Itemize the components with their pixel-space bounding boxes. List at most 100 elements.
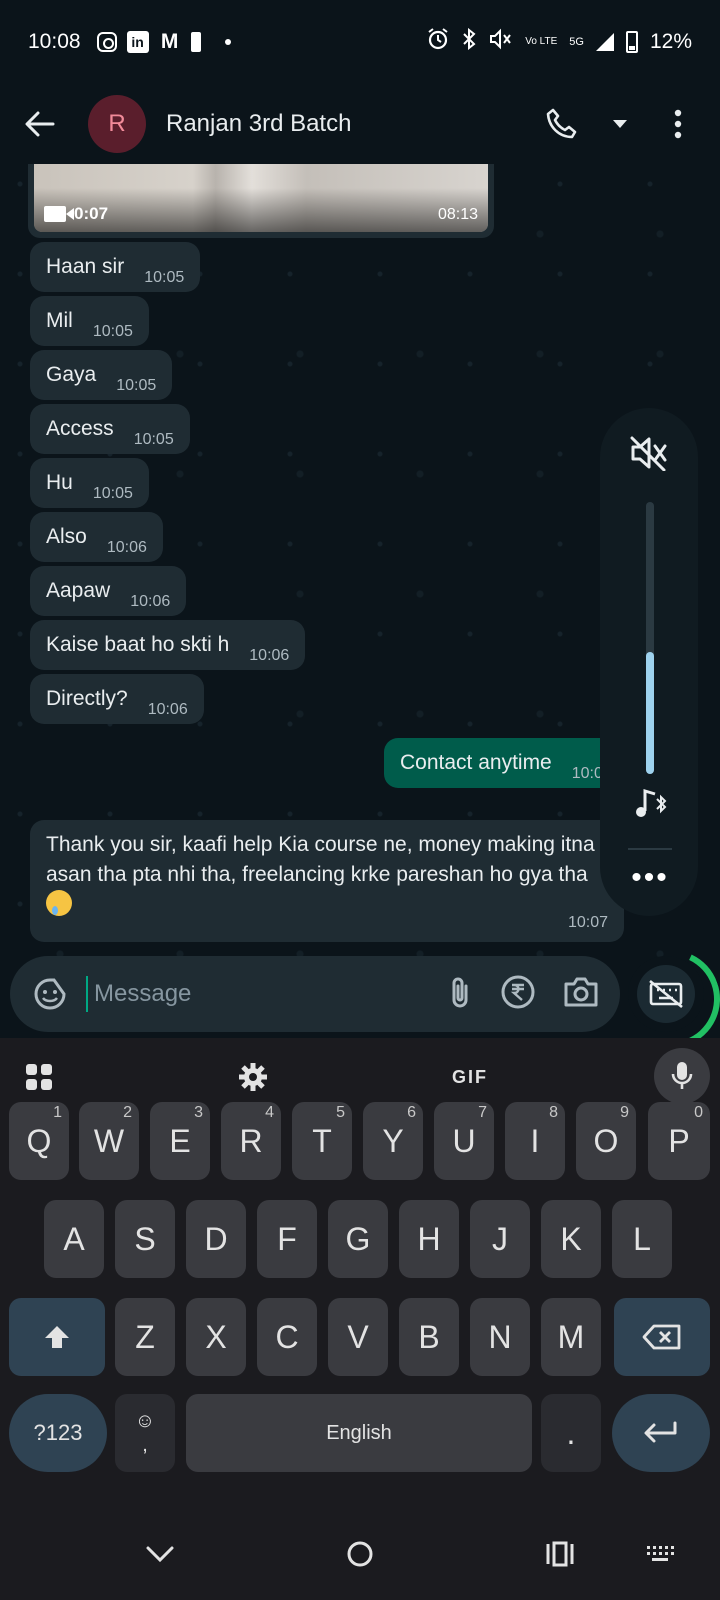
app-bar-actions <box>540 102 700 146</box>
video-thumbnail[interactable]: 0:07 08:13 <box>34 164 488 232</box>
signal-5g-icon <box>595 33 614 51</box>
rupee-payment-icon[interactable] <box>500 974 536 1015</box>
message-input[interactable] <box>86 976 446 1012</box>
key-r[interactable]: R4 <box>221 1102 281 1180</box>
key-e[interactable]: E3 <box>150 1102 210 1180</box>
shift-icon <box>45 1326 69 1348</box>
more-horizontal-icon[interactable]: ••• <box>622 858 678 898</box>
message-bubble[interactable]: Mil 10:05 <box>30 296 149 346</box>
key-k[interactable]: K <box>541 1200 601 1278</box>
symbols-key[interactable]: ?123 <box>9 1394 107 1472</box>
hide-keyboard-chevron-icon[interactable] <box>134 1528 186 1580</box>
emoji-key[interactable]: ☺ , <box>115 1394 175 1472</box>
apps-grid-icon[interactable] <box>14 1052 64 1102</box>
status-bar: 10:08 in M Vo LTE 5G 12% <box>0 0 720 84</box>
space-key[interactable]: English <box>186 1394 532 1472</box>
key-y[interactable]: Y6 <box>363 1102 423 1180</box>
message-bubble[interactable]: Access 10:05 <box>30 404 190 454</box>
key-b[interactable]: B <box>399 1298 459 1376</box>
key-l[interactable]: L <box>612 1200 672 1278</box>
microphone-icon[interactable] <box>654 1048 710 1104</box>
key-s[interactable]: S <box>115 1200 175 1278</box>
volume-panel: ••• <box>600 408 698 916</box>
key-label: R <box>239 1122 263 1159</box>
dot-icon <box>224 39 231 45</box>
dropdown-icon[interactable] <box>598 102 642 146</box>
more-vertical-icon[interactable] <box>656 102 700 146</box>
keyboard-switch-icon[interactable] <box>634 1528 686 1580</box>
key-p[interactable]: P0 <box>648 1102 710 1180</box>
message-bubble[interactable]: Aapaw 10:06 <box>30 566 187 616</box>
message-bubble[interactable]: Hu 10:05 <box>30 458 149 508</box>
key-t[interactable]: T5 <box>292 1102 352 1180</box>
recent-apps-icon[interactable] <box>534 1528 586 1580</box>
message-bubble[interactable]: Thank you sir, kaafi help Kia course ne,… <box>30 820 624 942</box>
message-time: 08:13 <box>437 206 478 223</box>
message-text: Access <box>46 417 114 440</box>
avatar[interactable]: R <box>88 95 146 153</box>
key-i[interactable]: I8 <box>505 1102 565 1180</box>
attach-icon[interactable] <box>446 974 474 1015</box>
key-m[interactable]: M <box>541 1298 601 1376</box>
message-text: Hu <box>46 471 73 494</box>
key-d[interactable]: D <box>186 1200 246 1278</box>
composer-actions <box>446 974 600 1015</box>
message-bubble[interactable]: Haan sir 10:05 <box>30 242 201 292</box>
message-time: 10:06 <box>147 701 188 718</box>
message-time: 10:07 <box>567 914 608 931</box>
message-text: Aapaw <box>46 579 111 602</box>
enter-key[interactable] <box>612 1394 710 1472</box>
shift-key[interactable] <box>9 1298 105 1376</box>
key-u[interactable]: U7 <box>434 1102 494 1180</box>
key-z[interactable]: Z <box>115 1298 175 1376</box>
message-time: 10:05 <box>92 323 133 340</box>
video-message[interactable]: 0:07 08:13 <box>28 164 494 238</box>
settings-gear-icon[interactable] <box>228 1052 278 1102</box>
key-hint: 7 <box>478 1104 487 1121</box>
message-text: Haan sir <box>46 255 125 278</box>
key-a[interactable]: A <box>44 1200 104 1278</box>
music-bluetooth-icon[interactable] <box>628 780 674 826</box>
home-circle-icon[interactable] <box>334 1528 386 1580</box>
system-nav-bar <box>0 1508 720 1600</box>
key-hint: 2 <box>123 1104 132 1121</box>
key-f[interactable]: F <box>257 1200 317 1278</box>
keyboard-toggle-button[interactable] <box>628 956 704 1032</box>
message-bubble[interactable]: Also 10:06 <box>30 512 163 562</box>
key-h[interactable]: H <box>399 1200 459 1278</box>
sticker-icon[interactable] <box>26 970 74 1018</box>
phone-icon[interactable] <box>540 102 584 146</box>
backspace-key[interactable] <box>614 1298 710 1376</box>
volume-mute-icon[interactable] <box>624 428 674 478</box>
gif-button[interactable]: GIF <box>440 1052 500 1102</box>
volume-slider[interactable] <box>646 502 654 774</box>
camera-icon[interactable] <box>562 975 600 1014</box>
key-label: P <box>668 1122 690 1159</box>
crying-face-emoji <box>46 890 72 916</box>
outgoing-message-bubble[interactable]: Contact anytime 10:06 <box>384 738 634 788</box>
key-v[interactable]: V <box>328 1298 388 1376</box>
key-q[interactable]: Q1 <box>9 1102 69 1180</box>
key-label: O <box>593 1122 619 1159</box>
key-x[interactable]: X <box>186 1298 246 1376</box>
key-n[interactable]: N <box>470 1298 530 1376</box>
chat-title[interactable]: Ranjan 3rd Batch <box>166 110 351 138</box>
back-arrow-icon[interactable] <box>10 94 70 154</box>
message-bubble[interactable]: Gaya 10:05 <box>30 350 173 400</box>
message-bubble[interactable]: Directly? 10:06 <box>30 674 204 724</box>
key-c[interactable]: C <box>257 1298 317 1376</box>
key-w[interactable]: W2 <box>79 1102 139 1180</box>
video-icon <box>44 206 74 222</box>
status-time: 10:08 <box>28 30 81 53</box>
message-text: Also <box>46 525 87 548</box>
key-j[interactable]: J <box>470 1200 530 1278</box>
key-label: Y <box>382 1122 404 1159</box>
linkedin-icon: in <box>126 31 149 53</box>
period-key[interactable]: . <box>541 1394 601 1472</box>
key-g[interactable]: G <box>328 1200 388 1278</box>
key-o[interactable]: O9 <box>576 1102 636 1180</box>
message-bubble[interactable]: Kaise baat ho skti h 10:06 <box>30 620 306 670</box>
message-time: 10:06 <box>249 647 290 664</box>
network-type: 5G <box>569 36 584 48</box>
keyboard-off-icon <box>637 965 695 1023</box>
